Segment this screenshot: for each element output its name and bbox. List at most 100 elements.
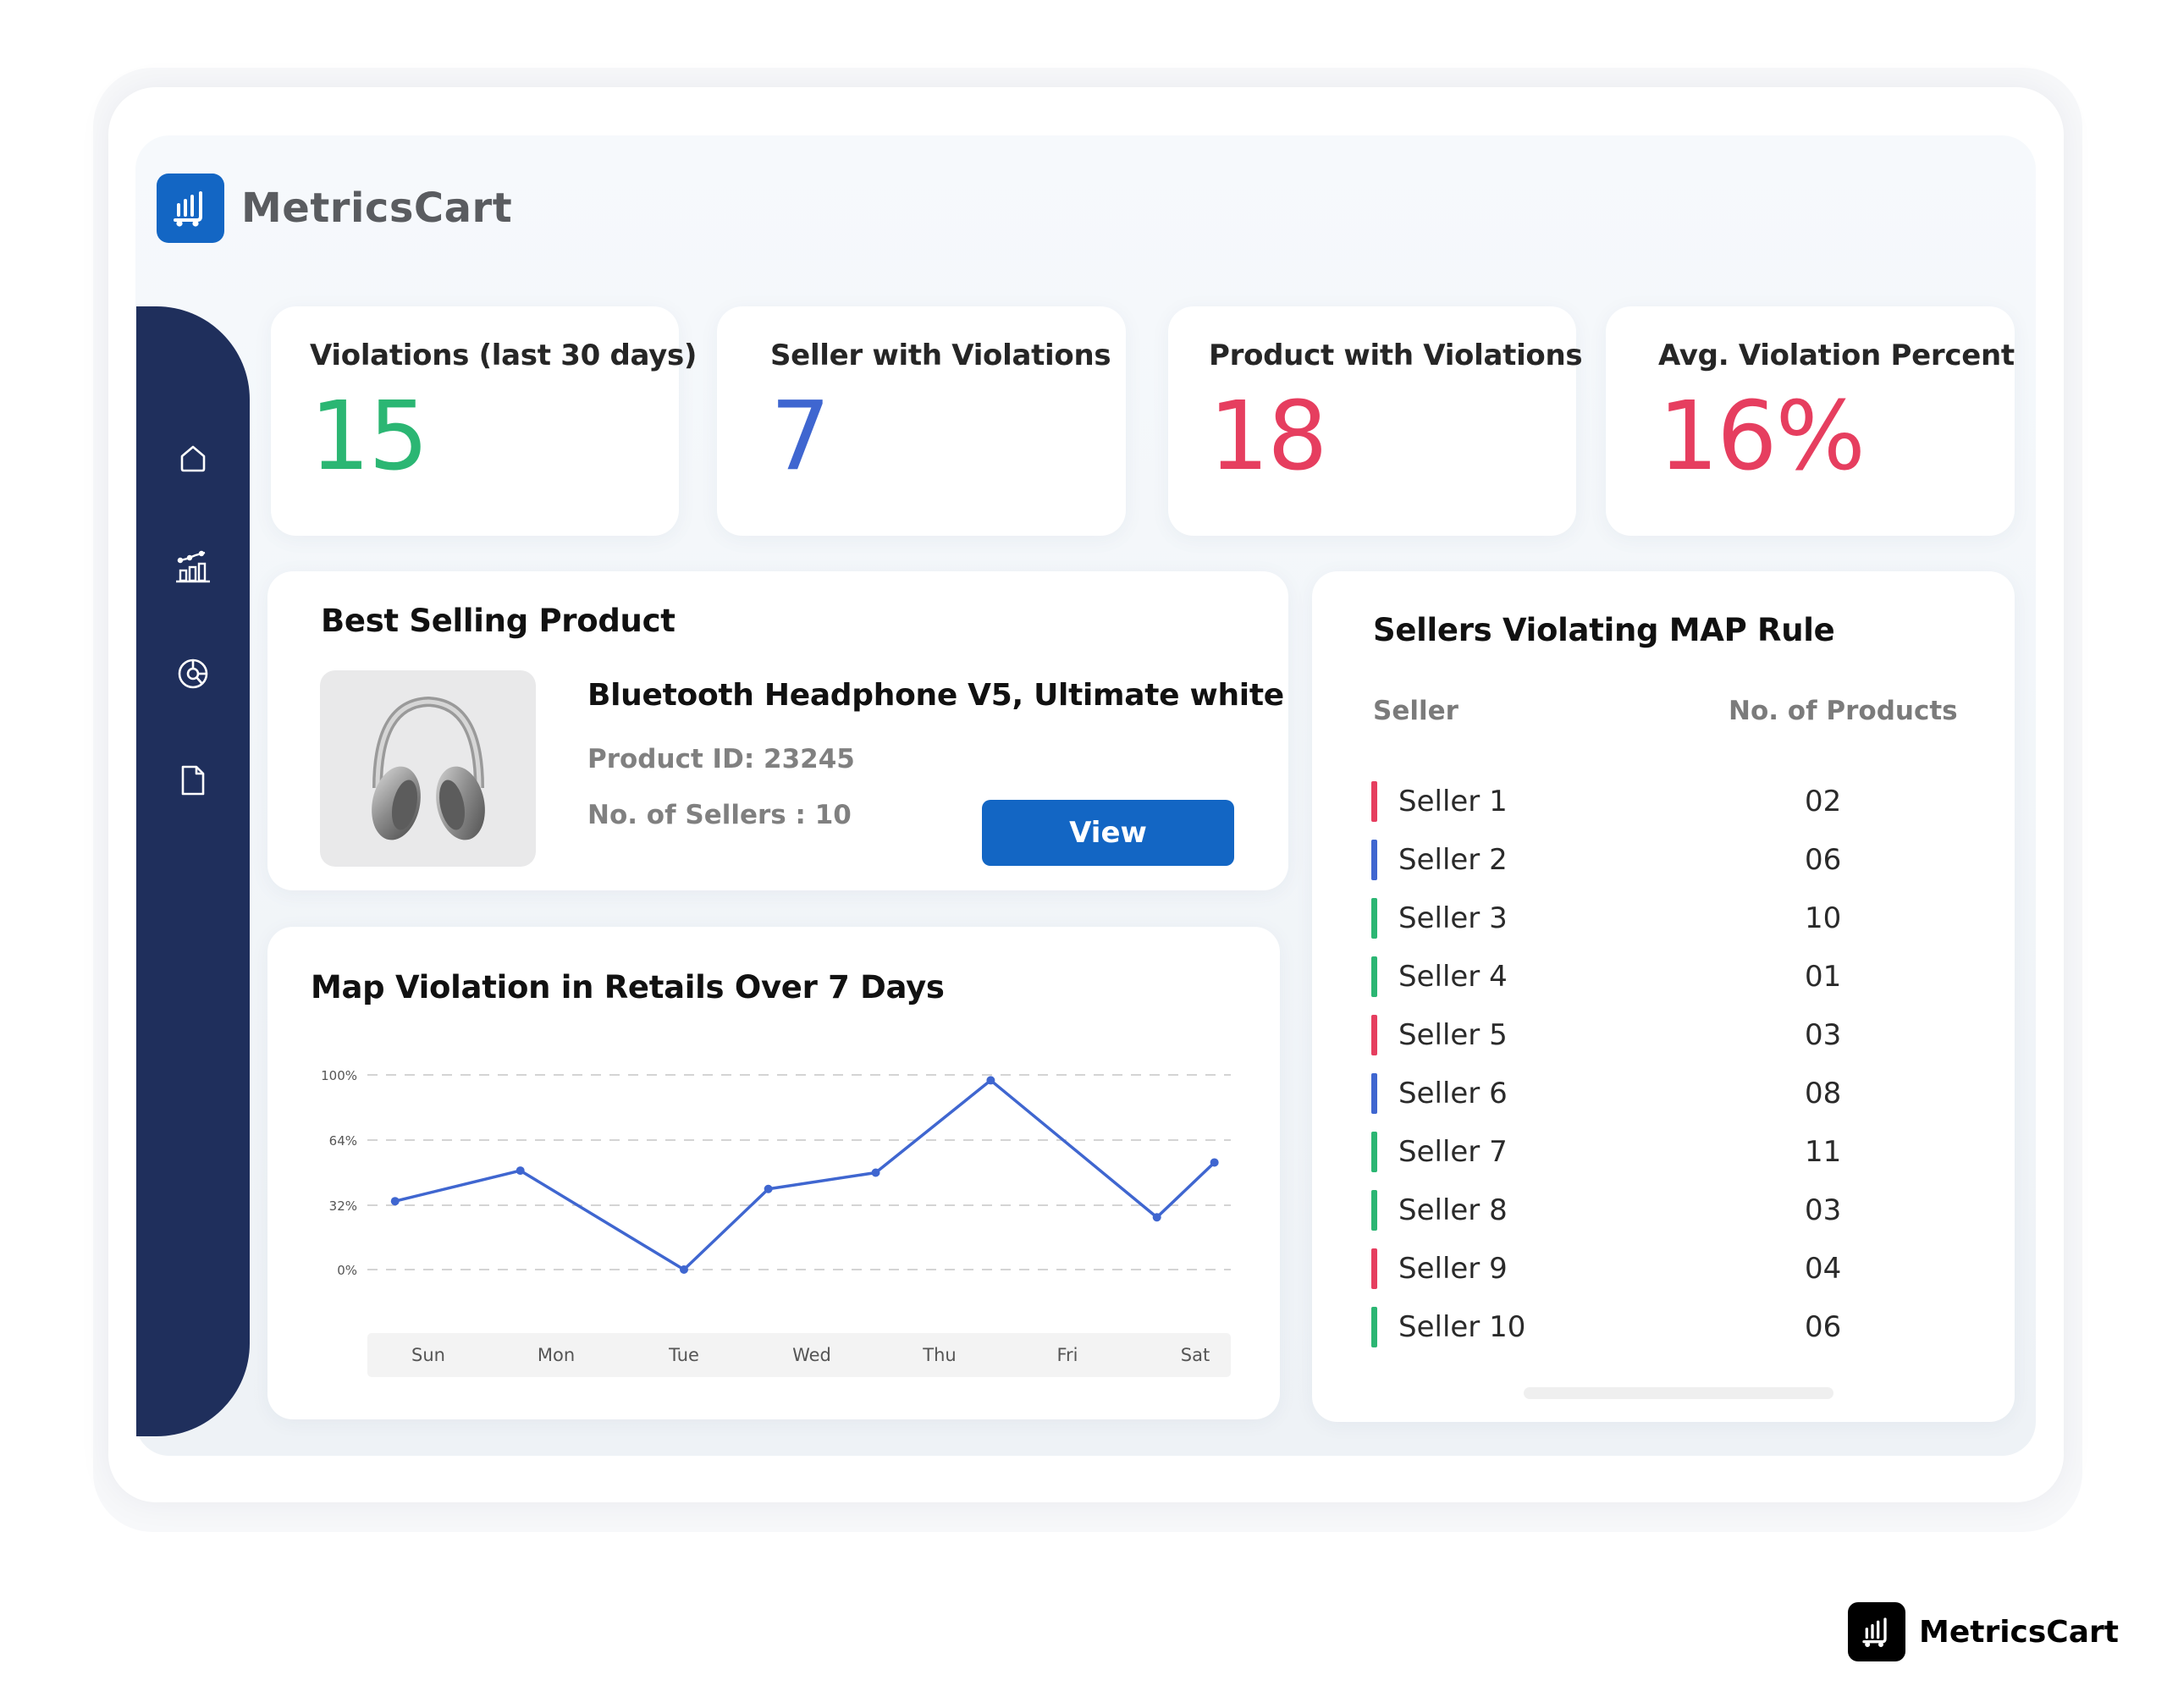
data-point[interactable] xyxy=(871,1168,880,1177)
x-tick-label: Tue xyxy=(668,1345,699,1365)
seller-name: Seller 6 xyxy=(1398,1077,1508,1110)
y-tick-label: 64% xyxy=(329,1133,357,1149)
sidebar xyxy=(136,306,250,1436)
seller-name: Seller 2 xyxy=(1398,843,1508,877)
x-tick-label: Wed xyxy=(792,1345,831,1365)
product-id: Product ID: 23245 xyxy=(587,744,855,774)
stat-value: 7 xyxy=(770,382,830,492)
stat-value: 16% xyxy=(1658,382,1866,492)
series-line xyxy=(394,1078,1216,1271)
brand-header: MetricsCart xyxy=(157,174,512,243)
seller-name: Seller 3 xyxy=(1398,901,1508,935)
x-tick-label: Fri xyxy=(1056,1345,1078,1365)
seller-name: Seller 10 xyxy=(1398,1310,1526,1344)
data-point[interactable] xyxy=(764,1184,773,1193)
best-selling-title: Best Selling Product xyxy=(321,603,675,639)
x-tick-label: Sun xyxy=(411,1345,445,1365)
sellers-table-card: Sellers Violating MAP Rule Seller No. of… xyxy=(1312,571,2015,1422)
table-row[interactable]: Seller 9 04 xyxy=(1371,1248,1964,1291)
seller-name: Seller 7 xyxy=(1398,1135,1508,1169)
seller-product-count: 10 xyxy=(1805,901,1842,935)
data-point[interactable] xyxy=(390,1197,400,1206)
stat-card-products: Product with Violations 18 xyxy=(1168,306,1583,536)
stat-card-avg-percent: Avg. Violation Percent 16% xyxy=(1606,306,2015,536)
stat-value: 15 xyxy=(310,382,429,492)
seller-status-bar xyxy=(1371,1190,1377,1231)
best-selling-card: Best Selling Product Bluetooth Headphone… xyxy=(267,571,1288,890)
sidebar-item-analytics[interactable] xyxy=(166,542,220,596)
y-tick-label: 100% xyxy=(321,1068,357,1083)
seller-product-count: 04 xyxy=(1805,1252,1842,1286)
chart-card: Map Violation in Retails Over 7 Days 0% 3… xyxy=(267,927,1280,1419)
stat-title: Violations (last 30 days) xyxy=(310,339,698,372)
stat-card-violations: Violations (last 30 days) 15 xyxy=(271,306,697,536)
brand-name: MetricsCart xyxy=(241,185,513,232)
seller-product-count: 08 xyxy=(1805,1077,1842,1110)
stat-title: Avg. Violation Percent xyxy=(1658,339,2015,372)
y-tick-label: 32% xyxy=(329,1198,357,1214)
chart-cart-icon xyxy=(157,174,224,243)
seller-name: Seller 1 xyxy=(1398,785,1508,818)
data-point[interactable] xyxy=(516,1166,525,1176)
seller-product-count: 02 xyxy=(1805,785,1842,818)
seller-status-bar xyxy=(1371,1248,1377,1289)
headphones-icon xyxy=(352,686,505,851)
seller-status-bar xyxy=(1371,1015,1377,1055)
sellers-table-title: Sellers Violating MAP Rule xyxy=(1373,612,1835,648)
sidebar-item-documents[interactable] xyxy=(166,755,220,809)
seller-product-count: 03 xyxy=(1805,1193,1842,1227)
table-row[interactable]: Seller 6 08 xyxy=(1371,1073,1964,1116)
data-point[interactable] xyxy=(1152,1213,1161,1222)
stat-title: Seller with Violations xyxy=(770,339,1111,372)
stat-value: 18 xyxy=(1209,382,1328,492)
table-row[interactable]: Seller 10 06 xyxy=(1371,1307,1964,1349)
seller-name: Seller 8 xyxy=(1398,1193,1508,1227)
table-row[interactable]: Seller 5 03 xyxy=(1371,1015,1964,1057)
product-image xyxy=(320,670,536,867)
table-row[interactable]: Seller 1 02 xyxy=(1371,781,1964,824)
data-point[interactable] xyxy=(680,1265,688,1274)
seller-name: Seller 5 xyxy=(1398,1018,1508,1052)
seller-status-bar xyxy=(1371,956,1377,997)
table-row[interactable]: Seller 7 11 xyxy=(1371,1132,1964,1174)
data-point[interactable] xyxy=(1210,1158,1219,1167)
seller-status-bar xyxy=(1371,1073,1377,1114)
x-tick-label: Mon xyxy=(538,1345,575,1365)
table-row[interactable]: Seller 8 03 xyxy=(1371,1190,1964,1232)
seller-status-bar xyxy=(1371,898,1377,939)
table-row[interactable]: Seller 4 01 xyxy=(1371,956,1964,999)
seller-status-bar xyxy=(1371,1307,1377,1347)
watermark: MetricsCart xyxy=(1848,1602,2119,1661)
seller-product-count: 06 xyxy=(1805,843,1842,877)
table-row[interactable]: Seller 2 06 xyxy=(1371,840,1964,882)
document-icon xyxy=(179,764,207,800)
bar-line-chart-icon xyxy=(175,550,211,587)
product-name: Bluetooth Headphone V5, Ultimate white xyxy=(587,678,1284,713)
sidebar-item-home[interactable] xyxy=(166,433,220,488)
seller-product-count: 11 xyxy=(1805,1135,1842,1169)
stat-card-sellers: Seller with Violations 7 xyxy=(717,306,1126,536)
column-header-seller: Seller xyxy=(1373,696,1458,726)
y-tick-label: 0% xyxy=(337,1263,357,1278)
x-tick-label: Thu xyxy=(922,1345,956,1365)
home-icon xyxy=(178,444,208,477)
x-tick-label: Sat xyxy=(1181,1345,1210,1365)
seller-status-bar xyxy=(1371,840,1377,880)
seller-product-count: 01 xyxy=(1805,960,1842,994)
product-sellers-count: No. of Sellers : 10 xyxy=(587,800,852,830)
watermark-name: MetricsCart xyxy=(1919,1614,2119,1650)
stat-title: Product with Violations xyxy=(1209,339,1583,372)
seller-name: Seller 4 xyxy=(1398,960,1508,994)
data-point[interactable] xyxy=(986,1076,995,1085)
view-button[interactable]: View xyxy=(982,800,1234,866)
sidebar-item-reports[interactable] xyxy=(166,648,220,702)
pie-chart-icon xyxy=(176,657,210,694)
line-chart: 0% 32% 64% 100% Sun Mon Tue Wed Thu Fri Sat xyxy=(321,1068,1231,1377)
seller-status-bar xyxy=(1371,1132,1377,1172)
seller-product-count: 06 xyxy=(1805,1310,1842,1344)
horizontal-scrollbar[interactable] xyxy=(1524,1387,1833,1399)
table-row[interactable]: Seller 3 10 xyxy=(1371,898,1964,940)
seller-product-count: 03 xyxy=(1805,1018,1842,1052)
seller-status-bar xyxy=(1371,781,1377,822)
seller-name: Seller 9 xyxy=(1398,1252,1508,1286)
